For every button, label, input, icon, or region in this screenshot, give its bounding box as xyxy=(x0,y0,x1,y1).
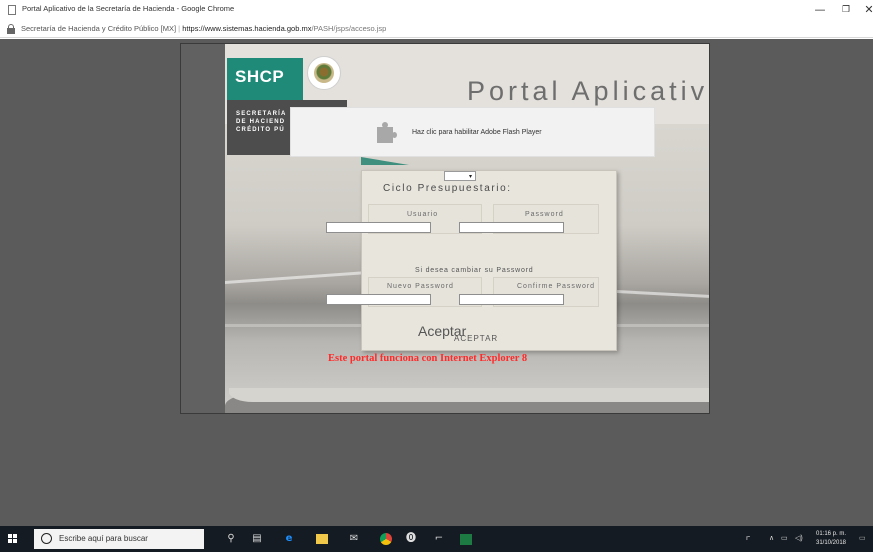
show-hidden-icon[interactable]: ∧ xyxy=(769,534,774,542)
usuario-label: Usuario xyxy=(407,211,439,218)
address-bar[interactable]: Secretaría de Hacienda y Crédito Público… xyxy=(0,20,873,38)
flash-placeholder[interactable]: Haz clic para habilitar Adobe Flash Play… xyxy=(290,107,655,157)
page-viewport: SHCP SECRETARÍA DE HACIEND CRÉDITO PÚ Po… xyxy=(0,39,873,526)
taskbar-clock[interactable]: 01:16 p. m. 31/10/2018 xyxy=(811,530,851,548)
excel-icon[interactable] xyxy=(460,533,472,545)
shcp-logo: SHCP xyxy=(227,58,303,100)
microphone-icon[interactable]: ⚲ xyxy=(226,533,236,545)
taskbar-search[interactable]: Escribe aquí para buscar xyxy=(34,529,204,549)
edge-icon[interactable]: e xyxy=(283,533,295,545)
lock-icon[interactable] xyxy=(7,24,15,34)
secretaria-line-2: DE HACIEND xyxy=(236,119,286,125)
mexico-seal-icon xyxy=(307,56,341,90)
window-titlebar: Portal Aplicativo de la Secretaría de Ha… xyxy=(0,0,873,20)
brand-text: SHCP xyxy=(235,67,285,86)
notifications-icon[interactable]: ▭ xyxy=(859,534,866,542)
ciclo-select[interactable]: ▾ xyxy=(444,171,476,181)
change-password-note: Si desea cambiar su Password xyxy=(415,267,534,274)
cortana-icon xyxy=(41,533,52,544)
usuario-input[interactable] xyxy=(326,222,431,233)
page-icon xyxy=(8,5,16,15)
portal-frame: SHCP SECRETARÍA DE HACIEND CRÉDITO PÚ Po… xyxy=(180,43,710,414)
clock-date: 31/10/2018 xyxy=(815,540,847,546)
login-panel xyxy=(361,170,617,351)
network-app-icon[interactable]: ⌐ xyxy=(433,533,445,545)
ciclo-label: Ciclo Presupuestario: xyxy=(383,183,512,194)
taskbar: Escribe aquí para buscar ⚲ ▤ e ✉ ⓿ ⌐ ꭈ ∧… xyxy=(0,526,873,552)
confirme-password-input[interactable] xyxy=(459,294,564,305)
window-title: Portal Aplicativo de la Secretaría de Ha… xyxy=(22,4,235,13)
nuevo-password-label: Nuevo Password xyxy=(387,283,454,290)
password-input[interactable] xyxy=(459,222,564,233)
flash-message: Haz clic para habilitar Adobe Flash Play… xyxy=(412,129,542,136)
file-explorer-icon[interactable] xyxy=(316,533,328,545)
nuevo-password-input[interactable] xyxy=(326,294,431,305)
tor-icon[interactable]: ⓿ xyxy=(405,533,417,545)
address-text[interactable]: Secretaría de Hacienda y Crédito Público… xyxy=(21,24,386,33)
secretaria-line-1: SECRETARÍA xyxy=(236,111,287,117)
puzzle-icon xyxy=(373,121,397,145)
chrome-icon[interactable] xyxy=(380,533,392,545)
confirme-password-label: Confirme Password xyxy=(517,283,596,290)
close-button[interactable]: ✕ xyxy=(857,2,873,18)
secretaria-line-3: CRÉDITO PÚ xyxy=(236,127,285,133)
search-placeholder: Escribe aquí para buscar xyxy=(59,534,148,543)
left-dark-strip xyxy=(181,44,225,413)
windows-start-icon[interactable] xyxy=(8,534,18,544)
site-name: Secretaría de Hacienda y Crédito Público… xyxy=(21,24,177,33)
people-icon[interactable]: ꭈ xyxy=(746,534,750,543)
minimize-button[interactable]: — xyxy=(808,2,832,18)
maximize-button[interactable]: ❐ xyxy=(834,2,858,18)
url-path: /PASH/jsps/acceso.jsp xyxy=(311,24,387,33)
aceptar-image-button[interactable]: ACEPTAR xyxy=(454,334,498,343)
chevron-down-icon: ▾ xyxy=(468,173,472,180)
password-label: Password xyxy=(525,211,564,218)
clock-time: 01:16 p. m. xyxy=(815,531,847,537)
network-icon[interactable]: ▭ xyxy=(781,534,788,542)
url-host: https://www.sistemas.hacienda.gob.mx xyxy=(182,24,312,33)
page-title: Portal Aplicativ xyxy=(467,76,709,106)
mail-icon[interactable]: ✉ xyxy=(348,533,360,545)
task-view-icon[interactable]: ▤ xyxy=(251,533,263,545)
browser-warning: Este portal funciona con Internet Explor… xyxy=(328,353,528,364)
address-separator: | xyxy=(178,24,181,33)
volume-icon[interactable]: ◁) xyxy=(795,534,803,542)
